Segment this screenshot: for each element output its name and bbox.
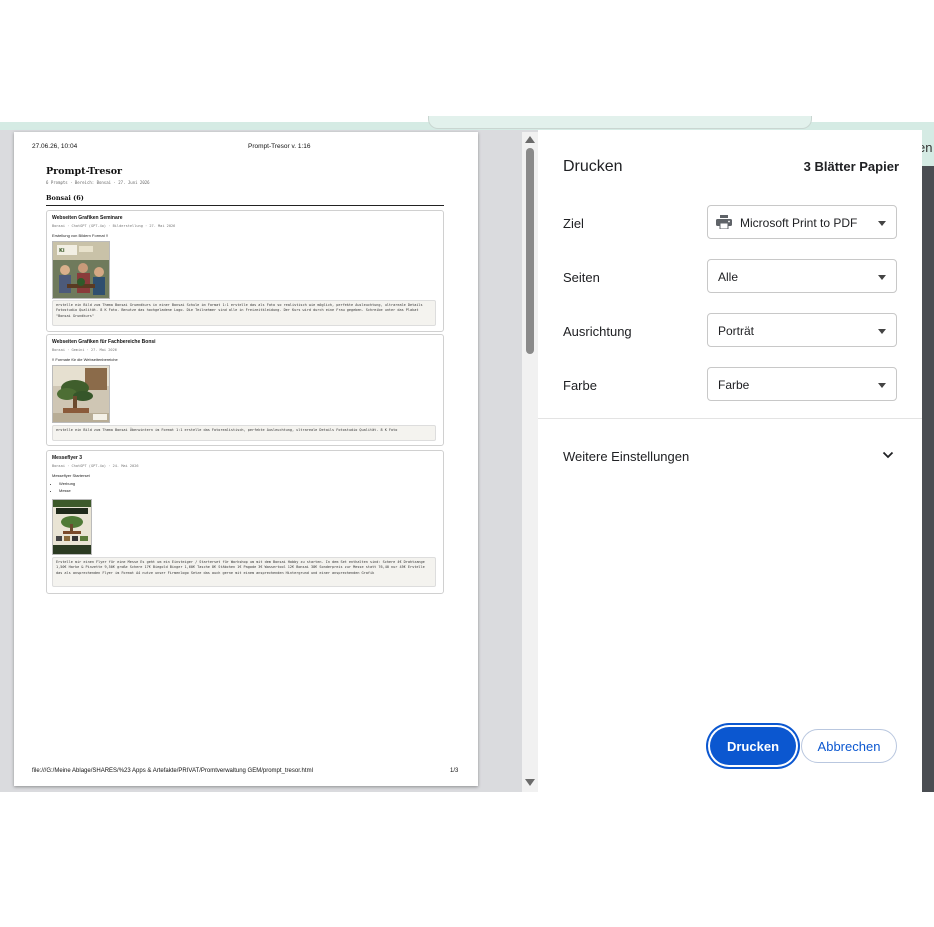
document-meta: 6 Prompts · Bereich: Bonsai · 27. Juni 2… [46,180,150,185]
bottom-blank-area [0,792,934,927]
scroll-up-arrow-icon[interactable] [525,136,535,143]
dropdown-caret-icon [878,383,886,388]
svg-text:Ki: Ki [59,248,65,254]
card-tag-list: Werbung Messe [52,481,75,495]
print-button[interactable]: Drucken [710,727,796,765]
page-footer-path: file:///G:/Meine Ablage/SHARES/%23 Apps … [32,768,313,774]
card-thumbnail-image [52,499,92,555]
page-footer-number: 1/3 [450,768,459,774]
card-meta: Bonsai · ChatGPT (GPT-4o) · Bilderstellu… [52,224,176,228]
color-label: Farbe [563,378,597,393]
card-description: Erstellung von Bildern Format !! [52,233,109,238]
print-settings-panel: Drucken 3 Blätter Papier Ziel Microsoft … [538,130,922,792]
cancel-button[interactable]: Abbrechen [801,729,897,763]
page-header-datetime: 27.06.26, 10:04 [32,143,78,150]
dropdown-caret-icon [878,329,886,334]
destination-select[interactable]: Microsoft Print to PDF [707,205,897,239]
orientation-value: Porträt [718,324,755,338]
orientation-label: Ausrichtung [563,324,632,339]
page-header-title: Prompt-Tresor v. 1:16 [248,143,311,150]
orientation-select[interactable]: Porträt [707,313,897,347]
card-title: Webseiten Grafiken Seminare [52,215,123,221]
card-thumbnail-image: Ki [52,241,110,299]
background-dark-strip [922,166,934,792]
card-meta: Bonsai · ChatGPT (GPT-4o) · 24. Mai 2026 [52,464,139,468]
card-description: Messeflyer Starterset [52,473,90,478]
destination-value: Microsoft Print to PDF [740,216,858,230]
card-meta: Bonsai · Gemini · 27. Mai 2026 [52,348,117,352]
top-blank-area [0,0,934,122]
color-select[interactable]: Farbe [707,367,897,401]
section-heading: Bonsai (6) [46,194,84,202]
card-tag: Werbung [59,481,75,486]
destination-label: Ziel [563,216,584,231]
prompt-card: Messeflyer 3 Bonsai · ChatGPT (GPT-4o) ·… [46,450,444,594]
pages-select[interactable]: Alle [707,259,897,293]
card-thumbnail-image [52,365,110,423]
pages-label: Seiten [563,270,600,285]
scrollbar-thumb[interactable] [526,148,534,354]
scroll-down-arrow-icon[interactable] [525,779,535,786]
document-title: Prompt-Tresor [46,166,123,177]
more-settings-toggle[interactable]: Weitere Einstellungen [563,449,689,464]
background-address-bar [428,116,812,129]
color-value: Farbe [718,378,750,392]
preview-page: 27.06.26, 10:04 Prompt-Tresor v. 1:16 Pr… [14,132,478,786]
sheet-count: 3 Blätter Papier [803,159,899,174]
prompt-text-box: Erstelle mir einen Flyer für eine Messe … [52,557,436,587]
card-tag: Messe [59,488,75,493]
prompt-card: Webseiten Grafiken Seminare Bonsai · Cha… [46,210,444,332]
dropdown-caret-icon [878,275,886,280]
chevron-down-icon[interactable] [882,450,894,460]
printer-icon [716,215,732,229]
settings-divider [538,418,922,419]
card-description: !! Formate für die Webseitenbereiche [52,357,118,362]
section-divider [46,205,444,206]
card-title: Webseiten Grafiken für Fachbereiche Bons… [52,339,156,345]
prompt-text-box: erstelle ein Bild zum Thema Bonsai Gruen… [52,300,436,326]
card-title: Messeflyer 3 [52,455,83,461]
prompt-text-box: erstelle ein Bild zum Thema Bonsai Überw… [52,425,436,441]
prompt-card: Webseiten Grafiken für Fachbereiche Bons… [46,334,444,446]
panel-title: Drucken [563,158,623,175]
pages-value: Alle [718,270,739,284]
dropdown-caret-icon [878,221,886,226]
preview-scrollbar[interactable] [522,132,538,792]
